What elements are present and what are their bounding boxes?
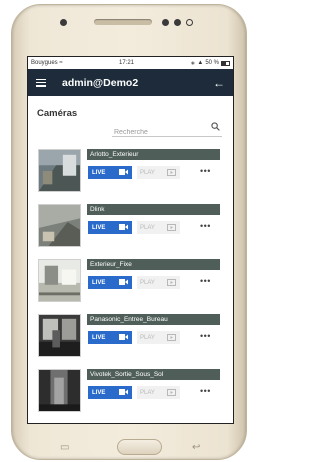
live-label: LIVE xyxy=(92,389,106,396)
more-options-icon[interactable]: ••• xyxy=(200,387,211,396)
wifi-icon: ≈ xyxy=(59,60,63,66)
play-box-icon xyxy=(167,169,176,176)
play-label: PLAY xyxy=(140,279,155,286)
more-options-icon[interactable]: ••• xyxy=(200,222,211,231)
play-label: PLAY xyxy=(140,169,155,176)
video-camera-icon xyxy=(119,334,128,340)
live-label: LIVE xyxy=(92,334,106,341)
camera-item: Panasonic_Entree_Bureau LIVE PLAY ••• xyxy=(38,314,233,369)
live-button[interactable]: LIVE xyxy=(88,276,132,289)
live-label: LIVE xyxy=(92,224,106,231)
play-button[interactable]: PLAY xyxy=(137,331,180,344)
play-button[interactable]: PLAY xyxy=(137,276,180,289)
camera-thumbnail[interactable] xyxy=(38,204,81,247)
camera-name: Vivotek_Sortie_Sous_Sol xyxy=(87,369,220,380)
home-button[interactable] xyxy=(117,439,162,455)
app-title: admin@Demo2 xyxy=(62,76,139,89)
front-camera-icon xyxy=(60,19,67,26)
search-input[interactable] xyxy=(112,125,204,140)
camera-name: Arlotto_Exterieur xyxy=(87,149,220,160)
video-camera-icon xyxy=(119,279,128,285)
play-box-icon xyxy=(167,389,176,396)
battery-percent: 50 % xyxy=(205,60,219,66)
back-key-icon[interactable]: ↩ xyxy=(192,442,200,453)
play-label: PLAY xyxy=(140,389,155,396)
video-camera-icon xyxy=(119,169,128,175)
page-title: Caméras xyxy=(37,108,78,119)
proximity-sensor-icon xyxy=(186,19,193,26)
camera-thumbnail[interactable] xyxy=(38,369,81,412)
play-label: PLAY xyxy=(140,334,155,341)
speaker-grille xyxy=(94,19,152,25)
live-button[interactable]: LIVE xyxy=(88,166,132,179)
status-indicators: ∗ ▲ 50 % xyxy=(190,60,230,67)
camera-item: Exterieur_Fixe LIVE PLAY ••• xyxy=(38,259,233,314)
bluetooth-icon: ∗ xyxy=(190,60,196,67)
battery-icon xyxy=(221,60,230,66)
camera-item: Dlink LIVE PLAY ••• xyxy=(38,204,233,259)
play-button[interactable]: PLAY xyxy=(137,166,180,179)
camera-name: Panasonic_Entree_Bureau xyxy=(87,314,220,325)
camera-thumbnail[interactable] xyxy=(38,259,81,302)
video-camera-icon xyxy=(119,224,128,230)
video-camera-icon xyxy=(119,389,128,395)
more-options-icon[interactable]: ••• xyxy=(200,167,211,176)
search-bar xyxy=(112,121,222,140)
camera-name: Exterieur_Fixe xyxy=(87,259,220,270)
live-label: LIVE xyxy=(92,169,106,176)
camera-item: Arlotto_Exterieur LIVE PLAY ••• xyxy=(38,149,233,204)
logout-arrow-icon[interactable]: ← xyxy=(213,76,225,90)
signal-icon: ▲ xyxy=(197,60,204,66)
status-bar: Bouygues ≈ 17:21 ∗ ▲ 50 % xyxy=(28,57,233,69)
camera-item: Vivotek_Sortie_Sous_Sol LIVE PLAY ••• xyxy=(38,369,233,423)
live-button[interactable]: LIVE xyxy=(88,386,132,399)
play-button[interactable]: PLAY xyxy=(137,221,180,234)
more-options-icon[interactable]: ••• xyxy=(200,277,211,286)
more-options-icon[interactable]: ••• xyxy=(200,332,211,341)
app-header: admin@Demo2 ← xyxy=(28,69,233,96)
live-label: LIVE xyxy=(92,279,106,286)
carrier-label: Bouygues ≈ xyxy=(31,60,63,66)
live-button[interactable]: LIVE xyxy=(88,221,132,234)
camera-thumbnail[interactable] xyxy=(38,149,81,192)
sensor-icon xyxy=(162,19,169,26)
camera-name: Dlink xyxy=(87,204,220,215)
play-box-icon xyxy=(167,279,176,286)
live-button[interactable]: LIVE xyxy=(88,331,132,344)
play-label: PLAY xyxy=(140,224,155,231)
play-button[interactable]: PLAY xyxy=(137,386,180,399)
camera-list: Arlotto_Exterieur LIVE PLAY ••• Dlink LI… xyxy=(28,149,233,423)
hamburger-menu-icon[interactable] xyxy=(36,78,46,87)
camera-thumbnail[interactable] xyxy=(38,314,81,357)
phone-screen: Bouygues ≈ 17:21 ∗ ▲ 50 % admin@Demo2 ← … xyxy=(27,56,234,424)
search-icon[interactable] xyxy=(211,122,220,131)
play-box-icon xyxy=(167,334,176,341)
sensor-icon xyxy=(174,19,181,26)
clock: 17:21 xyxy=(118,60,134,66)
recent-apps-key-icon[interactable]: ▭ xyxy=(60,442,69,453)
play-box-icon xyxy=(167,224,176,231)
